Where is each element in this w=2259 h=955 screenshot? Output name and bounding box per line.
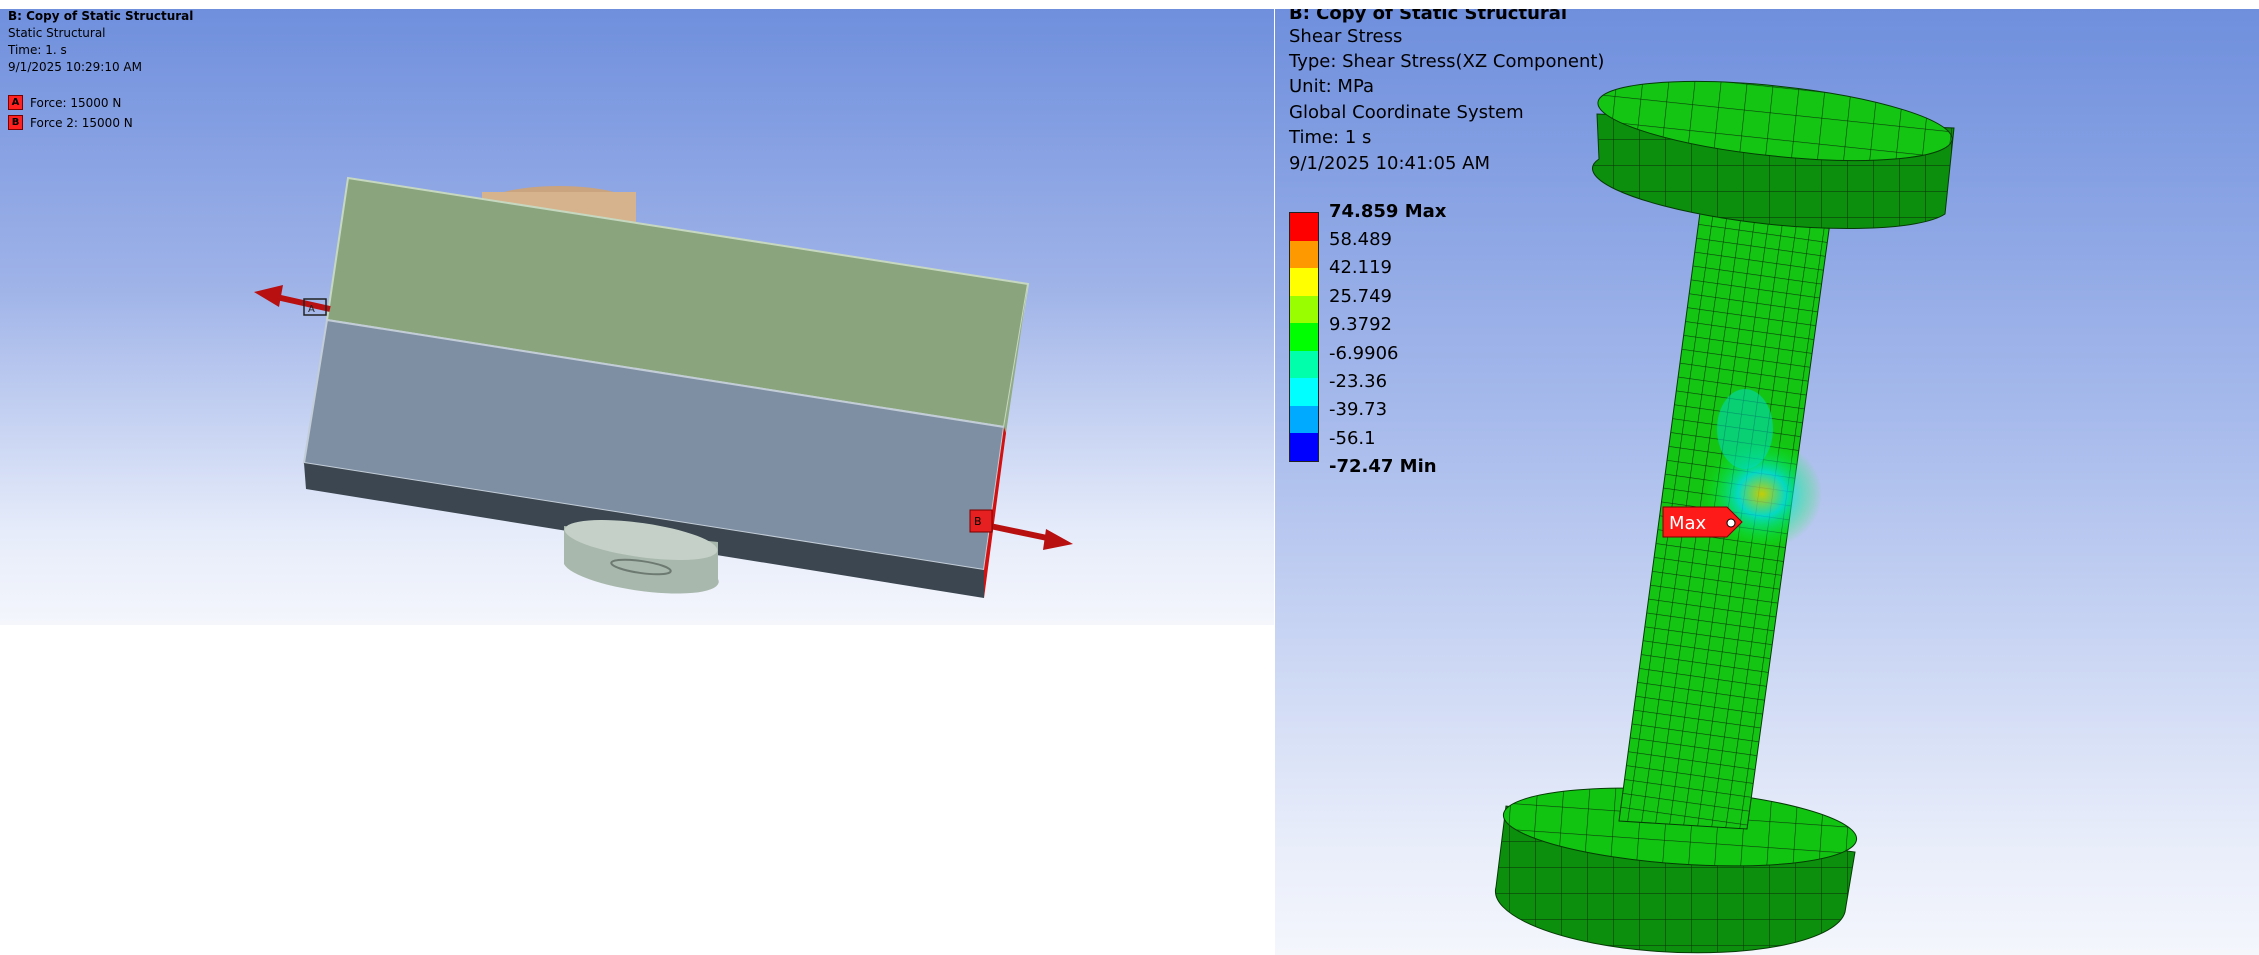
result-type: Type: Shear Stress(XZ Component) bbox=[1289, 51, 1605, 72]
legend-swatch-7 bbox=[1290, 378, 1318, 406]
legend-swatch-2 bbox=[1290, 240, 1318, 268]
top-strip bbox=[0, 0, 2259, 9]
contour-legend-bar[interactable] bbox=[1289, 212, 1319, 462]
left-view-date: 9/1/2025 10:29:10 AM bbox=[8, 60, 142, 74]
shaft[interactable] bbox=[1618, 174, 1836, 830]
legend-value: 42.119 bbox=[1329, 257, 1392, 278]
result-date: 9/1/2025 10:41:05 AM bbox=[1289, 153, 1490, 174]
left-view-subtitle: Static Structural bbox=[8, 26, 106, 40]
load-item-a[interactable]: A Force: 15000 N bbox=[8, 95, 121, 110]
legend-swatch-8 bbox=[1290, 405, 1318, 433]
geometry-viewport[interactable]: A B B: Copy of Static Structural Static … bbox=[0, 9, 1274, 625]
load-tag-b: B bbox=[8, 115, 23, 130]
legend-value: 9.3792 bbox=[1329, 314, 1392, 335]
result-name: Shear Stress bbox=[1289, 26, 1403, 47]
legend-min-label: -72.47 Min bbox=[1329, 456, 1437, 477]
result-title: B: Copy of Static Structural bbox=[1289, 9, 1568, 24]
legend-swatch-3 bbox=[1290, 268, 1318, 296]
load-label-a: Force: 15000 N bbox=[30, 95, 122, 110]
geometry-model[interactable]: A B bbox=[0, 9, 1274, 625]
legend-swatch-4 bbox=[1290, 295, 1318, 323]
result-unit: Unit: MPa bbox=[1289, 76, 1375, 97]
result-time: Time: 1 s bbox=[1289, 127, 1372, 148]
legend-swatch-9 bbox=[1290, 433, 1318, 461]
load-item-b[interactable]: B Force 2: 15000 N bbox=[8, 115, 133, 130]
legend-value: -56.1 bbox=[1329, 428, 1376, 449]
force-b-arrow-label: B bbox=[974, 515, 982, 528]
legend-max-label: 74.859 Max bbox=[1329, 201, 1447, 222]
force-a-arrow-label: A bbox=[308, 304, 315, 315]
result-coordinate-system: Global Coordinate System bbox=[1289, 102, 1524, 123]
mesh-result-model[interactable]: Max bbox=[1275, 9, 2259, 955]
result-viewport[interactable]: Max B: Copy of Static Structural Shear S… bbox=[1275, 9, 2259, 955]
force-a-arrow[interactable]: A bbox=[254, 285, 331, 316]
legend-value: -6.9906 bbox=[1329, 343, 1399, 364]
max-probe[interactable]: Max bbox=[1662, 506, 1743, 538]
legend-swatch-6 bbox=[1290, 350, 1318, 378]
legend-value: -39.73 bbox=[1329, 399, 1388, 420]
legend-swatch-5 bbox=[1290, 323, 1318, 351]
left-view-title: B: Copy of Static Structural bbox=[8, 9, 194, 23]
max-probe-label: Max bbox=[1669, 513, 1707, 534]
legend-swatch-1 bbox=[1290, 213, 1318, 241]
legend-value: -23.36 bbox=[1329, 371, 1388, 392]
load-tag-a: A bbox=[8, 95, 23, 110]
load-label-b: Force 2: 15000 N bbox=[30, 115, 133, 130]
legend-value: 25.749 bbox=[1329, 286, 1392, 307]
legend-value: 58.489 bbox=[1329, 229, 1392, 250]
left-view-time: Time: 1. s bbox=[8, 43, 67, 57]
top-flange[interactable] bbox=[1592, 68, 1955, 229]
